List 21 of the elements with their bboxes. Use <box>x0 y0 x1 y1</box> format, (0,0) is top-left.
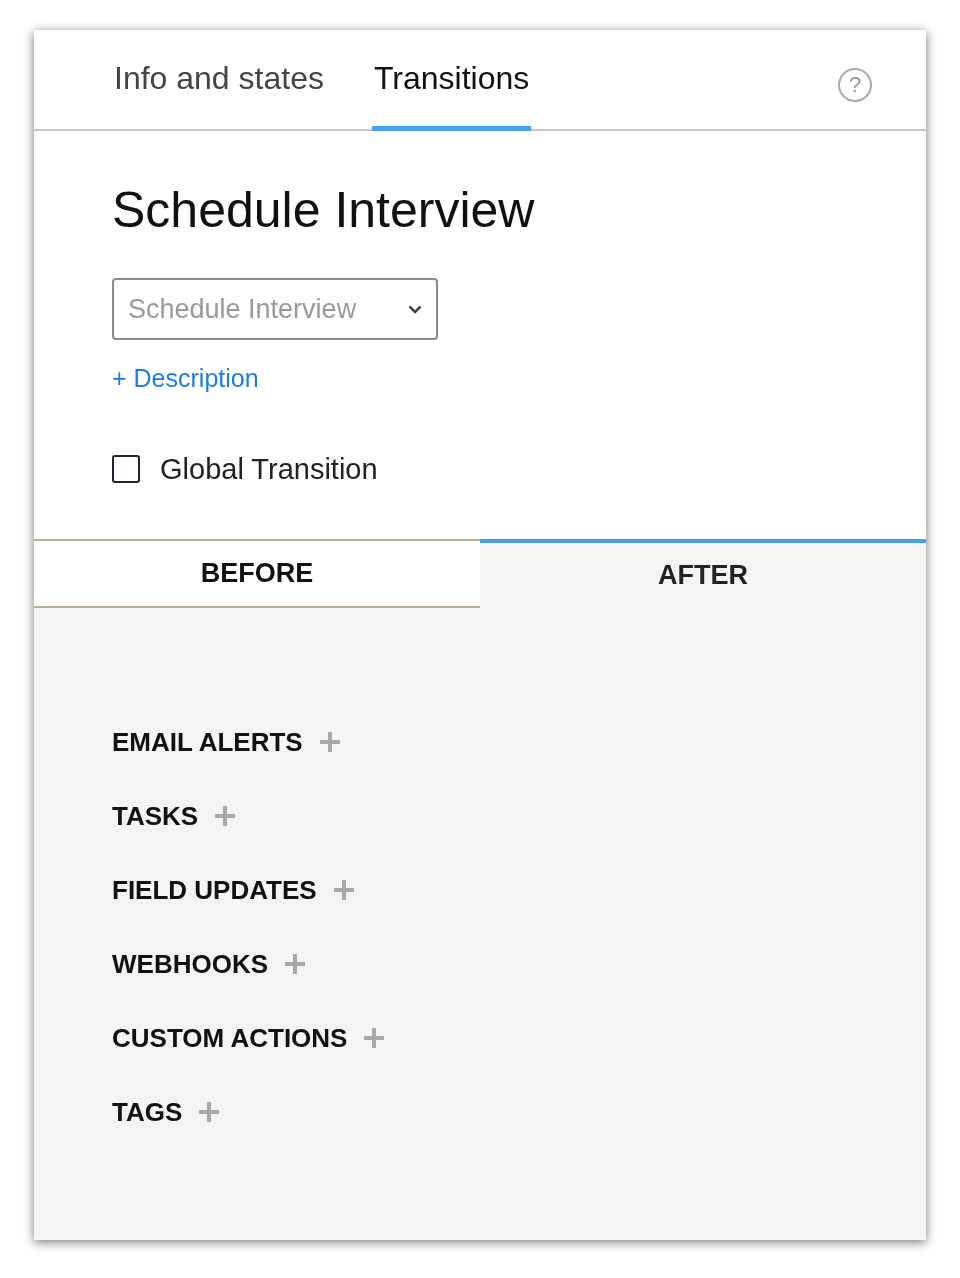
plus-icon[interactable] <box>198 1101 221 1123</box>
section-label: FIELD UPDATES <box>112 873 317 907</box>
plus-icon[interactable] <box>214 805 237 827</box>
section-label: WEBHOOKS <box>112 947 268 981</box>
description-link[interactable]: + Description <box>112 360 259 398</box>
section-label: TAGS <box>112 1095 183 1129</box>
page-title: Schedule Interview <box>112 183 536 238</box>
section-label: TASKS <box>112 799 199 833</box>
plus-icon[interactable] <box>318 731 341 753</box>
dropdown-field[interactable]: Schedule Interview <box>112 278 438 340</box>
tab[interactable]: Info and states <box>112 54 326 131</box>
tab[interactable]: AFTER <box>480 539 926 608</box>
section-label: EMAIL ALERTS <box>112 725 303 759</box>
tab[interactable]: BEFORE <box>34 539 480 608</box>
section-label: CUSTOM ACTIONS <box>112 1021 348 1055</box>
plus-icon[interactable] <box>284 953 306 975</box>
plus-icon[interactable] <box>363 1027 386 1049</box>
chevron-down-icon <box>408 305 422 314</box>
plus-icon[interactable] <box>332 879 355 901</box>
checkbox[interactable] <box>112 455 140 484</box>
checkbox-label: Global Transition <box>160 451 378 487</box>
